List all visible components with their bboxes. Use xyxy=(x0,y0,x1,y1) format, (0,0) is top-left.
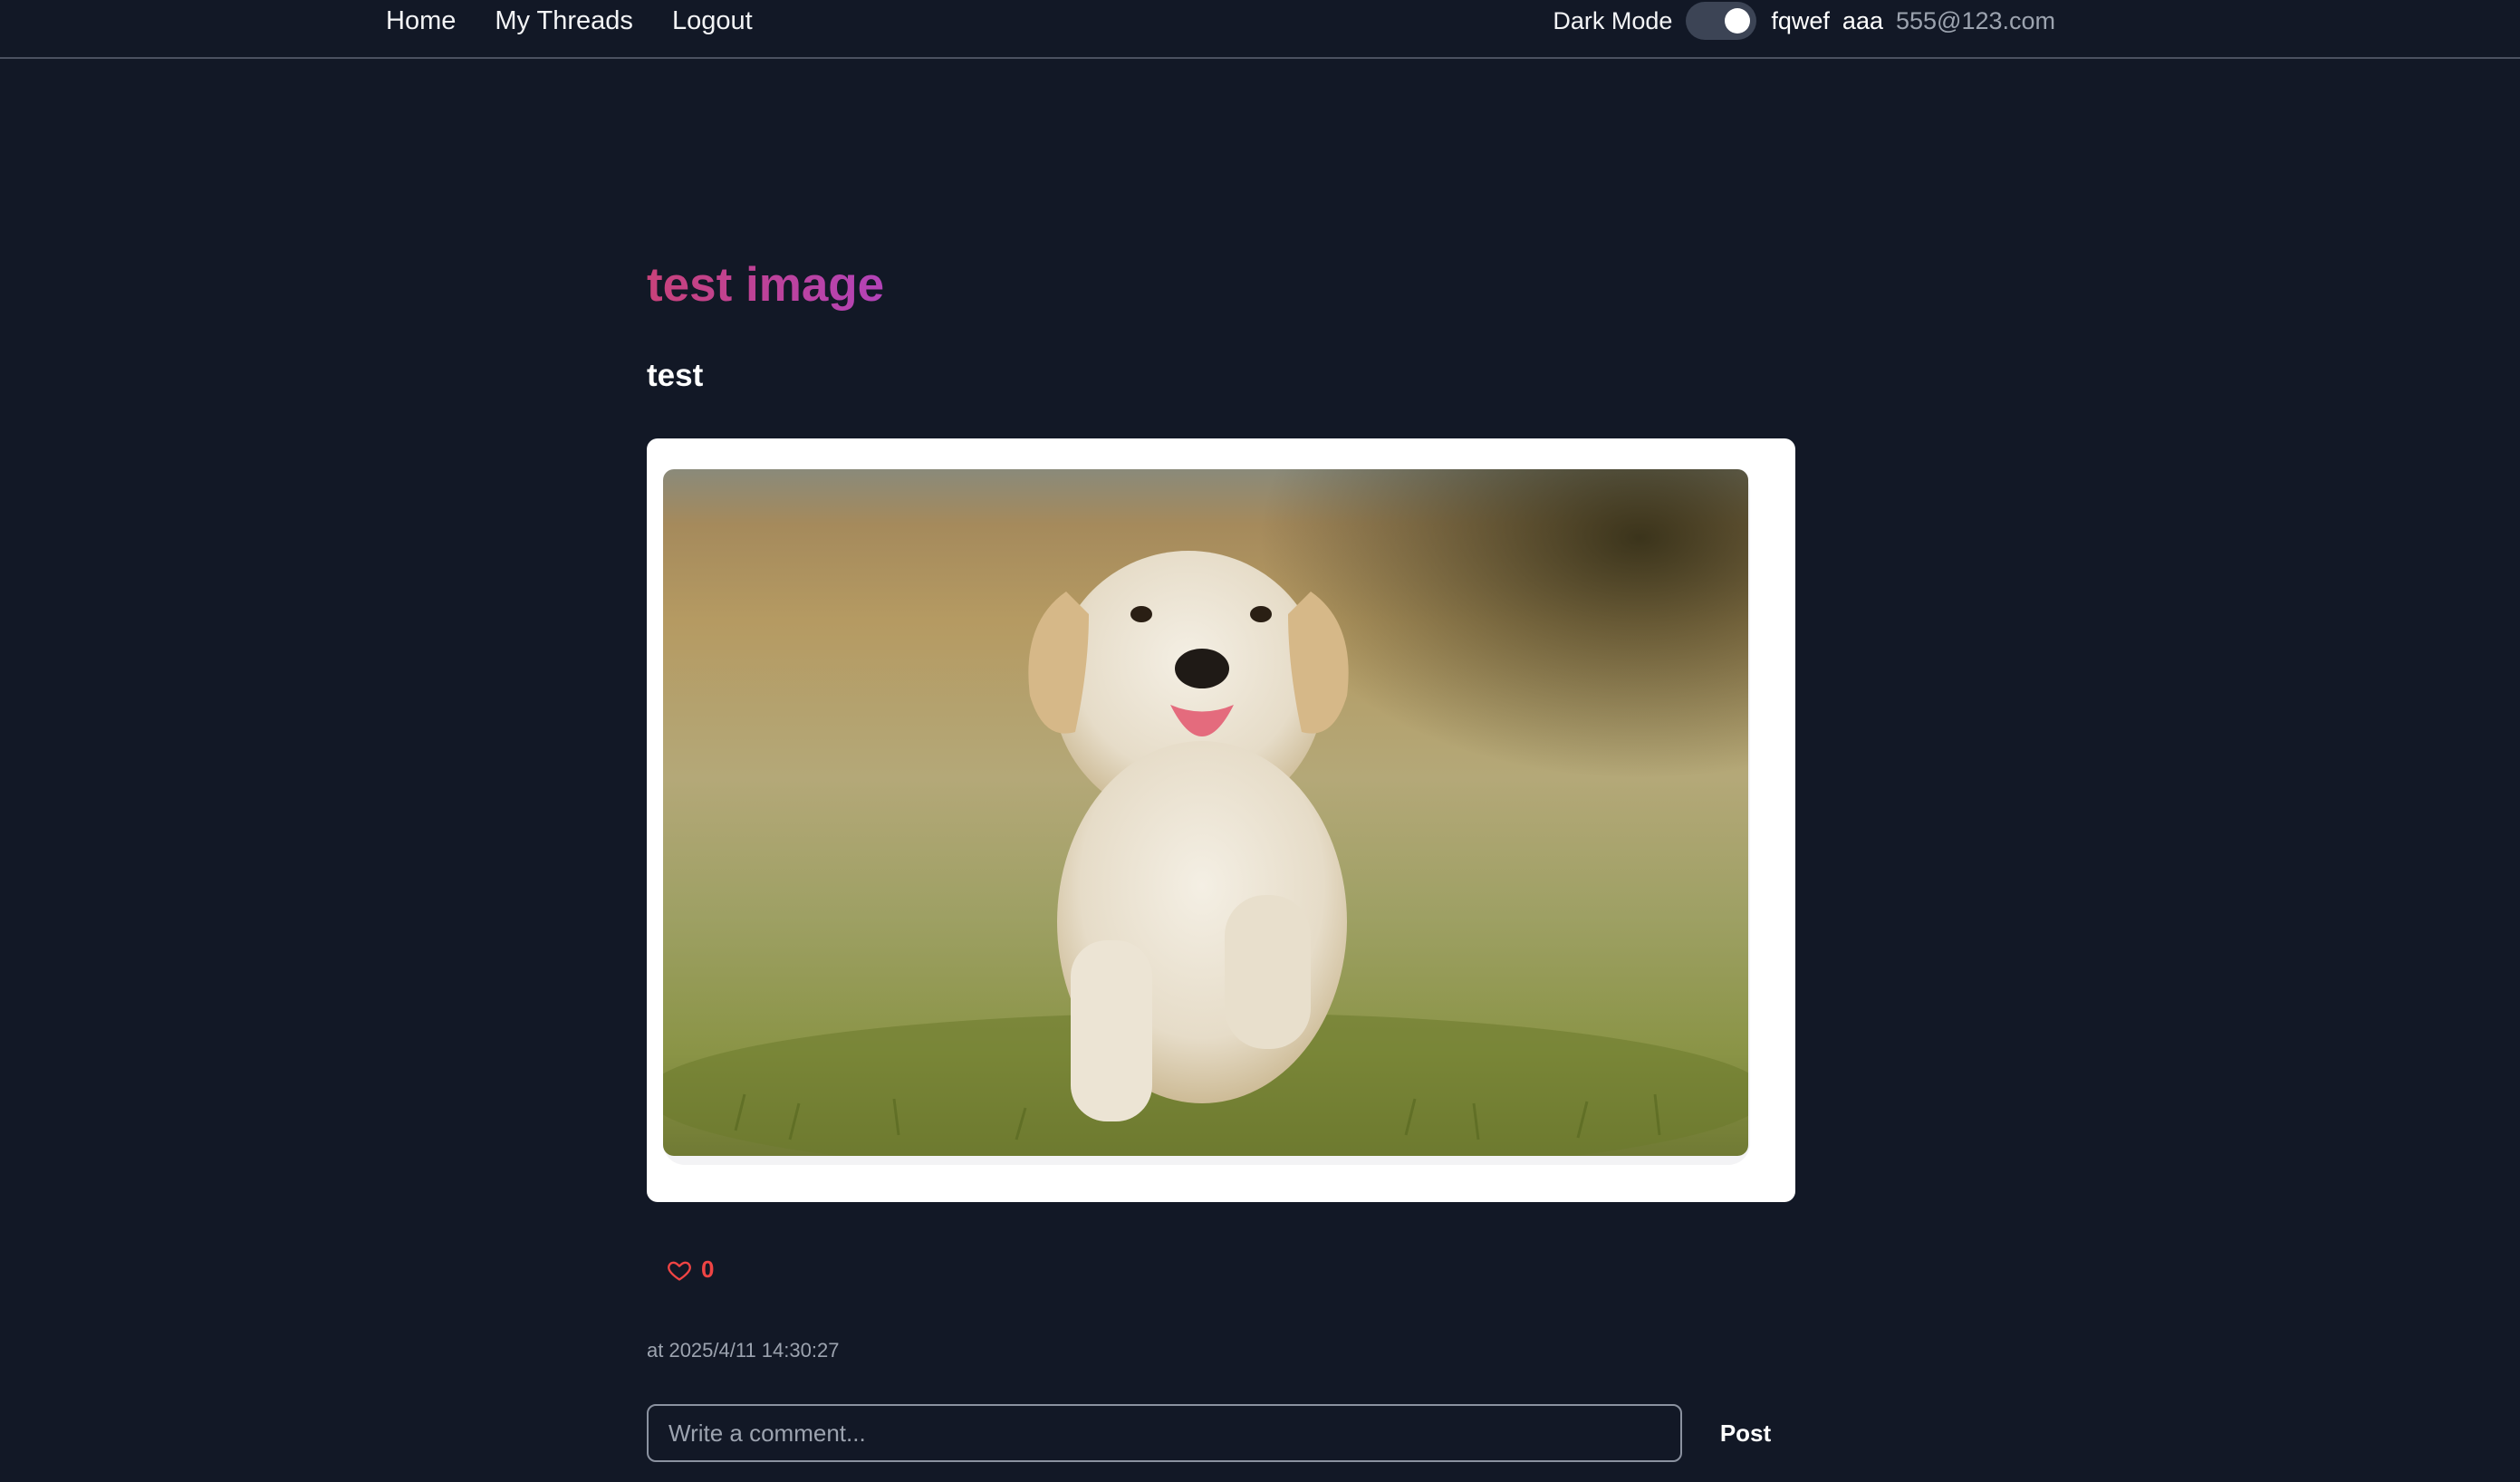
top-navbar: Home My Threads Logout Dark Mode fqwef a… xyxy=(0,0,2520,59)
toggle-knob xyxy=(1725,8,1751,34)
user-email: 555@123.com xyxy=(1895,6,2055,34)
heart-icon xyxy=(668,1261,691,1281)
dark-mode-label: Dark Mode xyxy=(1553,6,1673,34)
like-count: 0 xyxy=(701,1256,715,1283)
comment-input[interactable] xyxy=(647,1404,1682,1462)
user-first-name: fqwef xyxy=(1771,6,1830,34)
thread-image-card xyxy=(647,438,1795,1202)
dark-mode-toggle[interactable] xyxy=(1686,2,1757,40)
thread-title: test image xyxy=(647,255,884,315)
thread-timestamp: at 2025/4/11 14:30:27 xyxy=(647,1339,840,1362)
post-comment-button[interactable]: Post xyxy=(1705,1404,1786,1462)
like-button[interactable]: 0 xyxy=(667,1256,714,1284)
user-last-name: aaa xyxy=(1842,6,1883,34)
thread-body: test xyxy=(647,358,704,393)
nav-home-link[interactable]: Home xyxy=(386,6,456,36)
puppy-photo xyxy=(663,469,1748,1156)
nav-logout-link[interactable]: Logout xyxy=(672,6,753,36)
user-area: Dark Mode fqwef aaa 555@123.com xyxy=(1553,0,2055,42)
nav-my-threads-link[interactable]: My Threads xyxy=(495,6,633,36)
nav-links: Home My Threads Logout xyxy=(386,0,753,42)
